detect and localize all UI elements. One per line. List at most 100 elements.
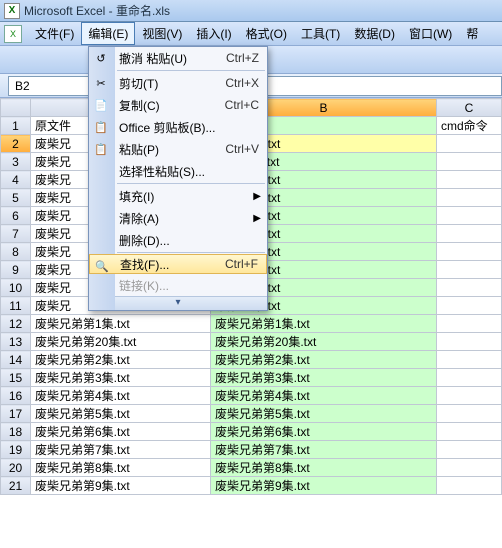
menu-expand-chevron[interactable]: ▾ — [89, 296, 267, 310]
menu-find[interactable]: 🔍 查找(F)... Ctrl+F — [89, 254, 267, 274]
row-header[interactable]: 1 — [1, 117, 31, 135]
menu-delete[interactable]: 删除(D)... — [89, 229, 267, 251]
menu-undo[interactable]: ↺ 撤消 粘贴(U) Ctrl+Z — [89, 47, 267, 69]
cell[interactable]: 废柴兄弟第7集.txt — [31, 441, 211, 459]
menu-paste[interactable]: 📋 粘贴(P) Ctrl+V — [89, 138, 267, 160]
cell[interactable]: cmd命令 — [437, 117, 502, 135]
cell[interactable] — [437, 135, 502, 153]
binoculars-icon: 🔍 — [94, 258, 110, 274]
row-header[interactable]: 20 — [1, 459, 31, 477]
cell[interactable]: 废柴兄弟第2集.txt — [31, 351, 211, 369]
cell[interactable]: 废柴兄弟第2集.txt — [211, 351, 437, 369]
row-header[interactable]: 2 — [1, 135, 31, 153]
cell[interactable] — [437, 207, 502, 225]
title-bar: X Microsoft Excel - 重命名.xls — [0, 0, 502, 22]
row-header[interactable]: 19 — [1, 441, 31, 459]
copy-icon: 📄 — [93, 97, 109, 113]
menu-insert[interactable]: 插入(I) — [189, 22, 238, 45]
row-header[interactable]: 10 — [1, 279, 31, 297]
cell[interactable] — [437, 261, 502, 279]
menu-tools[interactable]: 工具(T) — [294, 22, 347, 45]
menu-copy[interactable]: 📄 复制(C) Ctrl+C — [89, 94, 267, 116]
row-header[interactable]: 21 — [1, 477, 31, 495]
menu-fill[interactable]: 填充(I) ▶ — [89, 185, 267, 207]
name-box[interactable]: B2 — [8, 76, 98, 96]
menu-data[interactable]: 数据(D) — [347, 22, 402, 45]
excel-icon: X — [4, 3, 20, 19]
cell[interactable] — [437, 405, 502, 423]
row-header[interactable]: 4 — [1, 171, 31, 189]
cell[interactable] — [437, 171, 502, 189]
cell[interactable]: 废柴兄弟第9集.txt — [211, 477, 437, 495]
row-header[interactable]: 7 — [1, 225, 31, 243]
row-header[interactable]: 18 — [1, 423, 31, 441]
window-title: Microsoft Excel - 重命名.xls — [24, 2, 170, 19]
menu-office-clipboard[interactable]: 📋 Office 剪贴板(B)... — [89, 116, 267, 138]
row-header[interactable]: 13 — [1, 333, 31, 351]
scissors-icon: ✂ — [93, 75, 109, 91]
edit-menu-dropdown: ↺ 撤消 粘贴(U) Ctrl+Z ✂ 剪切(T) Ctrl+X 📄 复制(C)… — [88, 46, 268, 311]
row-header[interactable]: 17 — [1, 405, 31, 423]
cell[interactable] — [437, 297, 502, 315]
menu-bar[interactable]: X 文件(F) 编辑(E) 视图(V) 插入(I) 格式(O) 工具(T) 数据… — [0, 22, 502, 46]
cell[interactable]: 废柴兄弟第5集.txt — [31, 405, 211, 423]
menu-separator — [117, 252, 265, 253]
row-header[interactable]: 12 — [1, 315, 31, 333]
row-header[interactable]: 16 — [1, 387, 31, 405]
cell[interactable] — [437, 225, 502, 243]
cell[interactable] — [437, 153, 502, 171]
cell[interactable]: 废柴兄弟第20集.txt — [31, 333, 211, 351]
row-header[interactable]: 15 — [1, 369, 31, 387]
menu-file[interactable]: 文件(F) — [28, 22, 81, 45]
cell[interactable]: 废柴兄弟第4集.txt — [31, 387, 211, 405]
submenu-arrow-icon: ▶ — [253, 213, 261, 224]
clipboard-icon: 📋 — [93, 119, 109, 135]
cell[interactable]: 废柴兄弟第4集.txt — [211, 387, 437, 405]
row-header[interactable]: 8 — [1, 243, 31, 261]
cell[interactable]: 废柴兄弟第20集.txt — [211, 333, 437, 351]
cell[interactable]: 废柴兄弟第8集.txt — [211, 459, 437, 477]
cell[interactable]: 废柴兄弟第3集.txt — [211, 369, 437, 387]
row-header[interactable]: 9 — [1, 261, 31, 279]
menu-format[interactable]: 格式(O) — [239, 22, 294, 45]
col-header-c[interactable]: C — [437, 99, 502, 117]
cell[interactable]: 废柴兄弟第9集.txt — [31, 477, 211, 495]
cell[interactable] — [437, 315, 502, 333]
select-all-corner[interactable] — [1, 99, 31, 117]
cell[interactable] — [437, 477, 502, 495]
cell[interactable] — [437, 243, 502, 261]
menu-edit[interactable]: 编辑(E) — [81, 22, 135, 45]
cell[interactable] — [437, 459, 502, 477]
cell[interactable] — [437, 369, 502, 387]
cell[interactable]: 废柴兄弟第1集.txt — [31, 315, 211, 333]
menu-view[interactable]: 视图(V) — [135, 22, 189, 45]
row-header[interactable]: 3 — [1, 153, 31, 171]
row-header[interactable]: 5 — [1, 189, 31, 207]
menu-window[interactable]: 窗口(W) — [402, 22, 459, 45]
cell[interactable]: 废柴兄弟第6集.txt — [211, 423, 437, 441]
submenu-arrow-icon: ▶ — [253, 191, 261, 202]
cell[interactable]: 废柴兄弟第3集.txt — [31, 369, 211, 387]
cell[interactable] — [437, 441, 502, 459]
cell[interactable]: 废柴兄弟第1集.txt — [211, 315, 437, 333]
menu-clear[interactable]: 清除(A) ▶ — [89, 207, 267, 229]
cell[interactable]: 废柴兄弟第6集.txt — [31, 423, 211, 441]
menu-links: 链接(K)... — [89, 274, 267, 296]
undo-icon: ↺ — [93, 50, 109, 66]
cell[interactable]: 废柴兄弟第8集.txt — [31, 459, 211, 477]
row-header[interactable]: 11 — [1, 297, 31, 315]
cell[interactable]: 废柴兄弟第7集.txt — [211, 441, 437, 459]
menu-paste-special[interactable]: 选择性粘贴(S)... — [89, 160, 267, 182]
menu-cut[interactable]: ✂ 剪切(T) Ctrl+X — [89, 72, 267, 94]
cell[interactable] — [437, 333, 502, 351]
cell[interactable] — [437, 279, 502, 297]
cell[interactable] — [437, 351, 502, 369]
cell[interactable] — [437, 387, 502, 405]
row-header[interactable]: 14 — [1, 351, 31, 369]
cell[interactable] — [437, 189, 502, 207]
menu-help[interactable]: 帮 — [459, 22, 485, 45]
cell[interactable]: 废柴兄弟第5集.txt — [211, 405, 437, 423]
workbook-icon[interactable]: X — [4, 25, 22, 43]
row-header[interactable]: 6 — [1, 207, 31, 225]
cell[interactable] — [437, 423, 502, 441]
